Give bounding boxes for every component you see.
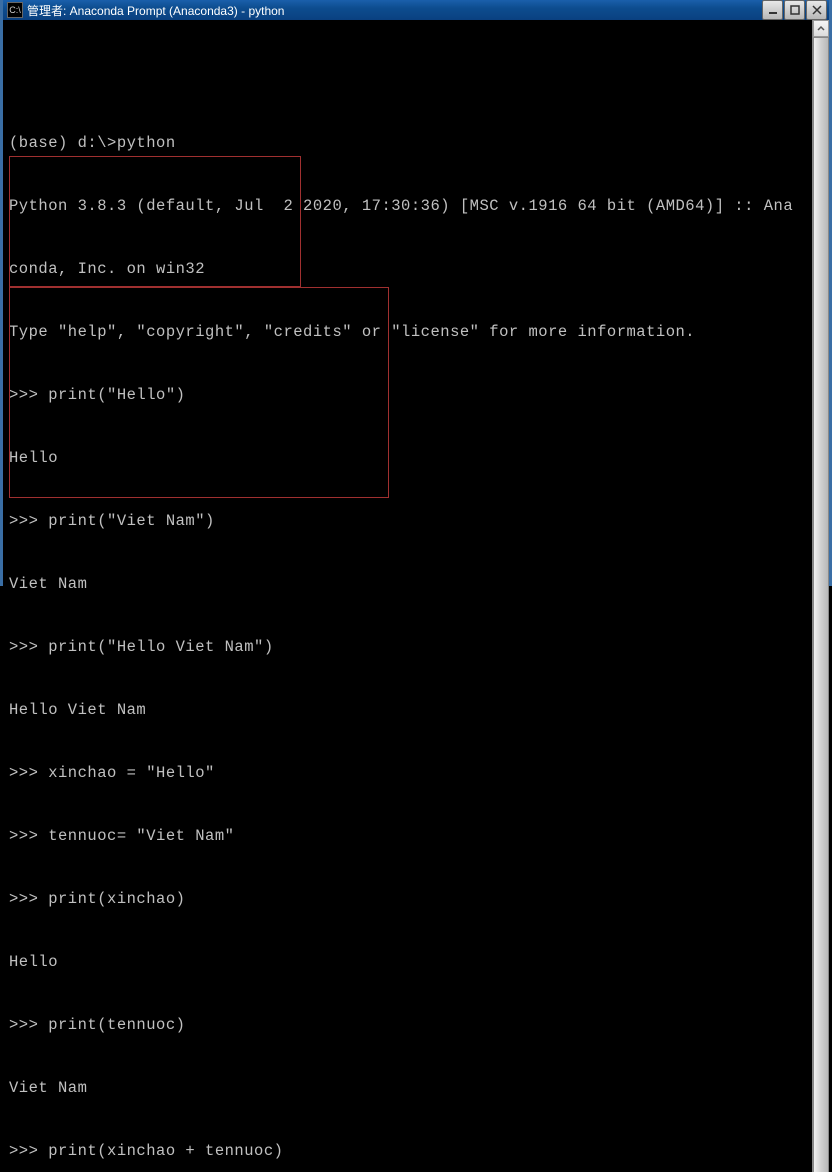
close-button[interactable] <box>806 0 827 20</box>
maximize-button[interactable] <box>784 0 805 20</box>
terminal-line: >>> print("Viet Nam") <box>9 511 812 532</box>
terminal-line: Hello <box>9 952 812 973</box>
terminal-line <box>9 70 812 91</box>
terminal-line: >>> tennuoc= "Viet Nam" <box>9 826 812 847</box>
terminal-line: >>> print("Hello Viet Nam") <box>9 637 812 658</box>
vertical-scrollbar[interactable] <box>812 20 829 1172</box>
terminal-line: Viet Nam <box>9 1078 812 1099</box>
terminal-line: (base) d:\>python <box>9 133 812 154</box>
terminal-line: >>> print(tennuoc) <box>9 1015 812 1036</box>
terminal-window: C:\ 管理者: Anaconda Prompt (Anaconda3) - p… <box>0 0 832 586</box>
scroll-track[interactable] <box>813 37 829 1172</box>
scroll-up-button[interactable] <box>813 20 829 37</box>
window-controls <box>761 0 827 20</box>
chevron-up-icon <box>817 25 825 33</box>
terminal-line: >>> print(xinchao + tennuoc) <box>9 1141 812 1162</box>
titlebar: C:\ 管理者: Anaconda Prompt (Anaconda3) - p… <box>3 0 829 20</box>
terminal-line: >>> xinchao = "Hello" <box>9 763 812 784</box>
terminal-line: Viet Nam <box>9 574 812 595</box>
minimize-button[interactable] <box>762 0 783 20</box>
close-icon <box>812 5 822 15</box>
terminal-area: (base) d:\>python Python 3.8.3 (default,… <box>3 20 829 1172</box>
terminal-line: Hello <box>9 448 812 469</box>
terminal-line: conda, Inc. on win32 <box>9 259 812 280</box>
app-icon: C:\ <box>7 2 23 18</box>
terminal-line: >>> print(xinchao) <box>9 889 812 910</box>
scroll-thumb[interactable] <box>813 37 829 1172</box>
terminal-line: Type "help", "copyright", "credits" or "… <box>9 322 812 343</box>
minimize-icon <box>768 5 778 15</box>
terminal-line: Hello Viet Nam <box>9 700 812 721</box>
maximize-icon <box>790 5 800 15</box>
terminal-line: >>> print("Hello") <box>9 385 812 406</box>
terminal-content[interactable]: (base) d:\>python Python 3.8.3 (default,… <box>3 20 812 1172</box>
window-title: 管理者: Anaconda Prompt (Anaconda3) - pytho… <box>27 2 761 19</box>
terminal-line: Python 3.8.3 (default, Jul 2 2020, 17:30… <box>9 196 812 217</box>
